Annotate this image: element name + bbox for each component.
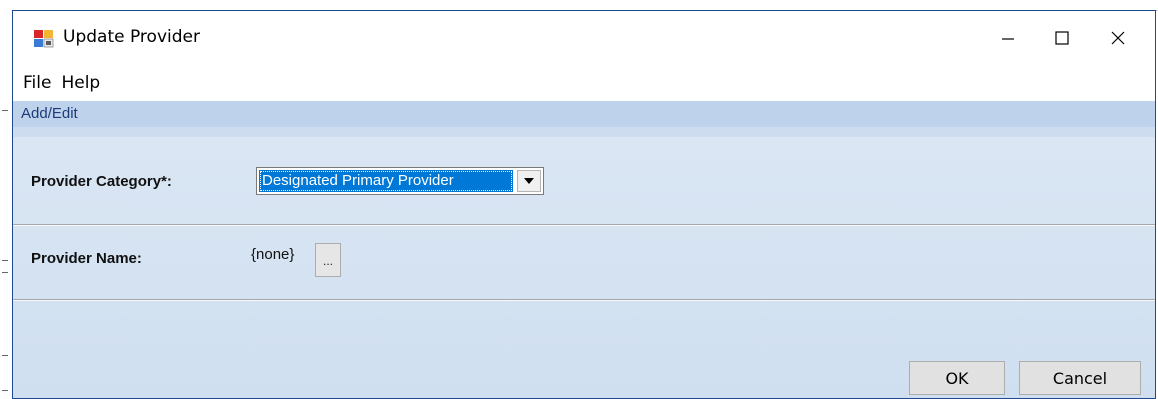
close-button[interactable] bbox=[1095, 11, 1141, 65]
browse-provider-button[interactable]: ... bbox=[315, 243, 341, 277]
minimize-button[interactable] bbox=[985, 11, 1031, 65]
screen: Update Provider File Help Add/Edit Provi… bbox=[0, 0, 1158, 399]
background-app-edge bbox=[0, 10, 12, 399]
background-tick bbox=[2, 110, 8, 111]
add-edit-panel: Add/Edit Provider Category*: Designated … bbox=[13, 101, 1155, 398]
provider-category-value: Designated Primary Provider bbox=[259, 170, 513, 192]
provider-name-label: Provider Name: bbox=[31, 250, 142, 267]
provider-category-label: Provider Category*: bbox=[31, 173, 172, 190]
menu-bar: File Help bbox=[13, 65, 1155, 101]
background-tick bbox=[2, 272, 8, 273]
background-tick bbox=[2, 260, 8, 261]
window-title: Update Provider bbox=[63, 27, 200, 47]
update-provider-dialog: Update Provider File Help Add/Edit Provi… bbox=[12, 10, 1156, 399]
minimize-icon bbox=[1002, 38, 1014, 40]
chevron-down-icon bbox=[524, 178, 534, 184]
background-tick bbox=[2, 390, 8, 391]
panel-header: Add/Edit bbox=[13, 101, 1155, 127]
close-icon bbox=[1111, 31, 1125, 45]
maximize-button[interactable] bbox=[1039, 11, 1085, 65]
provider-name-value: {none} bbox=[251, 246, 295, 263]
provider-category-dropdown[interactable]: Designated Primary Provider bbox=[256, 167, 544, 195]
separator bbox=[13, 299, 1155, 301]
ok-button[interactable]: OK bbox=[909, 361, 1005, 395]
panel-header-band bbox=[13, 127, 1155, 137]
dropdown-arrow-button[interactable] bbox=[517, 170, 541, 192]
background-tick bbox=[2, 355, 8, 356]
title-bar[interactable]: Update Provider bbox=[13, 11, 1155, 65]
menu-file[interactable]: File bbox=[19, 73, 55, 93]
menu-help[interactable]: Help bbox=[57, 73, 104, 93]
panel-header-label: Add/Edit bbox=[21, 105, 78, 122]
cancel-button[interactable]: Cancel bbox=[1019, 361, 1141, 395]
maximize-icon bbox=[1055, 31, 1069, 45]
app-icon bbox=[34, 30, 54, 48]
separator bbox=[13, 224, 1155, 226]
